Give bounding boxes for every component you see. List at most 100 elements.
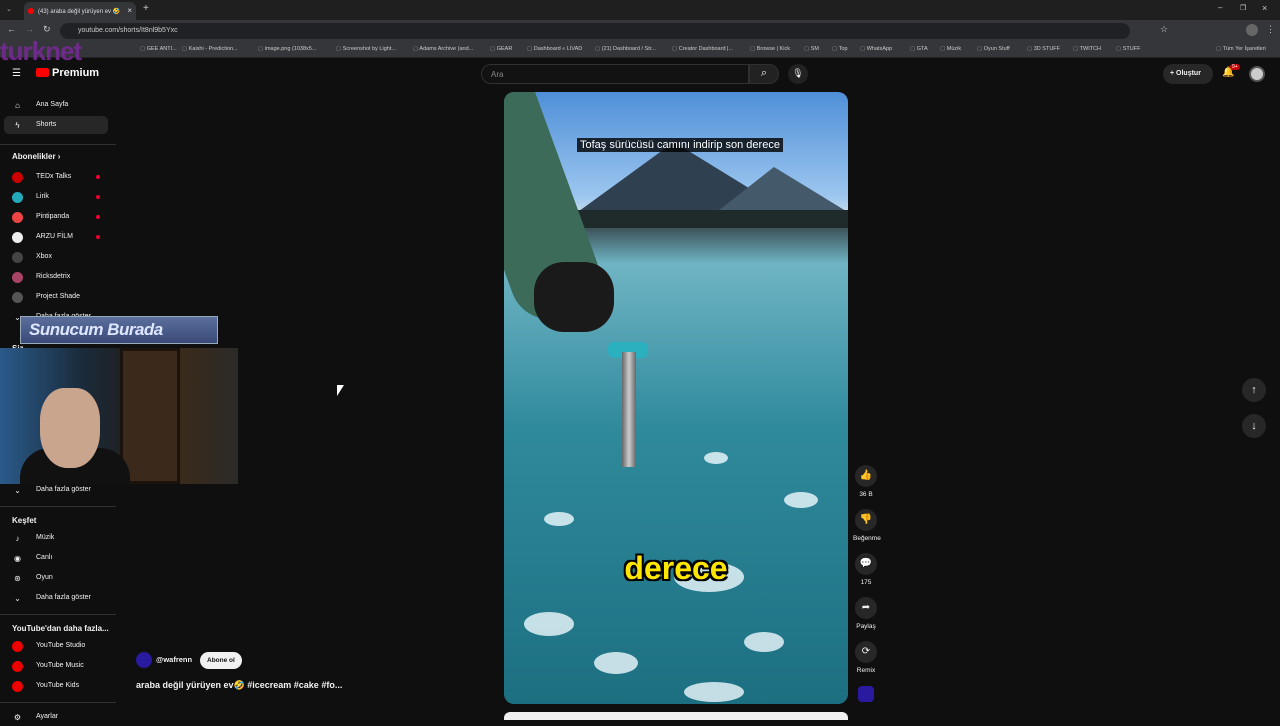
sidebar-item-music[interactable]: ♪ Müzik (4, 529, 108, 547)
sidebar-item-sub[interactable]: ARZU FİLM (4, 228, 108, 246)
channel-thumbnail[interactable] (858, 686, 874, 702)
bookmark[interactable]: GTA (910, 46, 928, 52)
channel-avatar (12, 212, 23, 223)
bookmark[interactable]: (21) Dashboard / Str... (595, 46, 656, 52)
new-tab-icon[interactable]: + (143, 3, 149, 14)
bookmark[interactable]: 3D STUFF (1027, 46, 1060, 52)
bookmark[interactable]: Dashboard « LIVAD (527, 46, 583, 52)
sidebar-label: YouTube Studio (36, 642, 86, 649)
channel-avatar (12, 272, 23, 283)
minimize-icon[interactable]: – (1218, 3, 1222, 12)
bookmark[interactable]: image.png (1038x5... (258, 46, 317, 52)
sidebar-item-sub[interactable]: Ricksdetrix (4, 268, 108, 286)
comment-count: 175 (860, 579, 872, 586)
sidebar-label: Canlı (36, 554, 53, 561)
browser-tab[interactable]: (43) araba değil yürüyen ev 🤣 × (24, 2, 136, 20)
tab-close-icon[interactable]: × (127, 6, 132, 15)
bookmark[interactable]: STUFF (1116, 46, 1141, 52)
notification-count: 9+ (1230, 64, 1240, 70)
bookmark[interactable]: GEE ANTI... (140, 46, 177, 52)
bookmarks-bar: GEE ANTI... Kaishi - Prediction... image… (0, 42, 1280, 58)
sidebar-label: Ayarlar (36, 713, 59, 720)
sidebar-item-kids[interactable]: YouTube Kids (4, 677, 108, 695)
back-icon[interactable]: ← (7, 24, 16, 34)
gear-icon: ⚙ (13, 713, 22, 722)
mic-icon[interactable]: 🎙 (788, 64, 808, 84)
ice-bubble (744, 632, 784, 652)
bookmark[interactable]: Screenshot by Light... (336, 46, 396, 52)
sidebar-item-shorts[interactable]: ϟ Shorts (4, 116, 108, 134)
youtube-logo[interactable]: Premium (36, 67, 99, 79)
forward-icon[interactable]: → (25, 24, 34, 34)
sidebar-item-sub[interactable]: Xbox (4, 248, 108, 266)
youtube-studio-icon (12, 641, 23, 652)
next-short-preview[interactable] (504, 712, 848, 720)
sidebar-item-music-app[interactable]: YouTube Music (4, 657, 108, 675)
search-icon[interactable]: ⌕ (749, 64, 779, 84)
restore-icon[interactable]: ❐ (1240, 4, 1246, 12)
shorts-icon: ϟ (15, 121, 20, 130)
youtube-play-icon (36, 68, 49, 77)
subscriptions-heading[interactable]: Abonelikler › (12, 152, 60, 161)
sidebar-item-settings[interactable]: ⚙ Ayarlar (4, 708, 108, 726)
live-dot (96, 175, 100, 179)
bookmark[interactable]: Adams Archive (and... (413, 46, 473, 52)
video-title[interactable]: araba değil yürüyen ev🤣 #icecream #cake … (136, 680, 342, 691)
bookmark-star-icon[interactable]: ☆ (1160, 24, 1168, 35)
tab-search-icon[interactable]: ⌄ (6, 5, 12, 13)
bookmark[interactable]: Browse | Kick (750, 46, 790, 52)
sidebar-label: Xbox (36, 253, 52, 260)
account-avatar[interactable] (1249, 66, 1265, 82)
sidebar-label: Müzik (36, 534, 55, 541)
bookmark[interactable]: Oyun Stuff (977, 46, 1010, 52)
previous-short-arrow-icon[interactable]: ↑ (1242, 378, 1266, 402)
bookmark[interactable]: GEAR (490, 46, 513, 52)
create-button[interactable]: + Oluştur (1163, 64, 1213, 84)
comments-button[interactable]: 💬 175 (853, 553, 879, 586)
share-button[interactable]: ➦ Paylaş (853, 597, 879, 630)
reload-icon[interactable]: ↻ (43, 24, 51, 35)
like-button[interactable]: 👍 36 B (853, 465, 879, 498)
sidebar-label: ARZU FİLM (36, 233, 73, 240)
bookmark[interactable]: Creator Dashboard |... (672, 46, 733, 52)
channel-avatar (12, 192, 23, 203)
shorts-video-player[interactable]: Tofaş sürücüsü camını indirip son derece… (504, 92, 848, 704)
bookmark[interactable]: Müzik (940, 46, 961, 52)
dislike-button[interactable]: 👎 Beğenme (853, 509, 881, 542)
banner-text: Sunucum Burada (29, 320, 163, 339)
bookmark[interactable]: Top (832, 46, 848, 52)
bookmark[interactable]: TWITCH (1073, 46, 1101, 52)
remix-button[interactable]: ⟳ Remix (853, 641, 879, 674)
live-dot (96, 235, 100, 239)
bookmark[interactable]: WhatsApp (860, 46, 892, 52)
url-field[interactable]: youtube.com/shorts/It8nl9b5Yxc (60, 23, 1130, 39)
profile-icon[interactable] (1246, 24, 1258, 36)
sidebar-item-sub[interactable]: Project Shade (4, 288, 108, 306)
bookmark[interactable]: SM (804, 46, 819, 52)
sidebar-label: Ana Sayfa (36, 101, 69, 108)
sidebar-item-sub[interactable]: Lirik (4, 188, 108, 206)
all-bookmarks[interactable]: Tüm Yer İşaretleri (1216, 46, 1266, 52)
search-input[interactable]: Ara (481, 64, 749, 84)
section-title: Abonelikler (12, 152, 56, 161)
channel-link[interactable]: @wafrenn (136, 652, 192, 668)
hamburger-menu-icon[interactable]: ☰ (12, 68, 21, 79)
music-note-icon: ♪ (15, 534, 20, 543)
sidebar-item-sub[interactable]: TEDx Talks (4, 168, 108, 186)
sidebar-item-gaming[interactable]: ⊛ Oyun (4, 569, 108, 587)
sidebar-item-home[interactable]: ⌂ Ana Sayfa (4, 96, 108, 114)
sidebar-item-sub[interactable]: Pintipanda (4, 208, 108, 226)
subscribe-button[interactable]: Abone ol (200, 652, 242, 669)
notifications-bell-icon[interactable]: 🔔 9+ (1222, 64, 1240, 78)
window-close-icon[interactable]: × (1262, 3, 1267, 13)
turknet-watermark: turknet (0, 36, 82, 66)
sidebar-item-studio[interactable]: YouTube Studio (4, 637, 108, 655)
sidebar-item-live[interactable]: ◉ Canlı (4, 549, 108, 567)
next-short-arrow-icon[interactable]: ↓ (1242, 414, 1266, 438)
bookmark[interactable]: Kaishi - Prediction... (182, 46, 238, 52)
browser-menu-icon[interactable]: ⋮ (1266, 24, 1275, 35)
ice-bubble (784, 492, 818, 508)
home-icon: ⌂ (15, 101, 20, 110)
webcam-door (120, 348, 180, 484)
show-more-explore[interactable]: ⌄ Daha fazla göster (4, 589, 108, 607)
